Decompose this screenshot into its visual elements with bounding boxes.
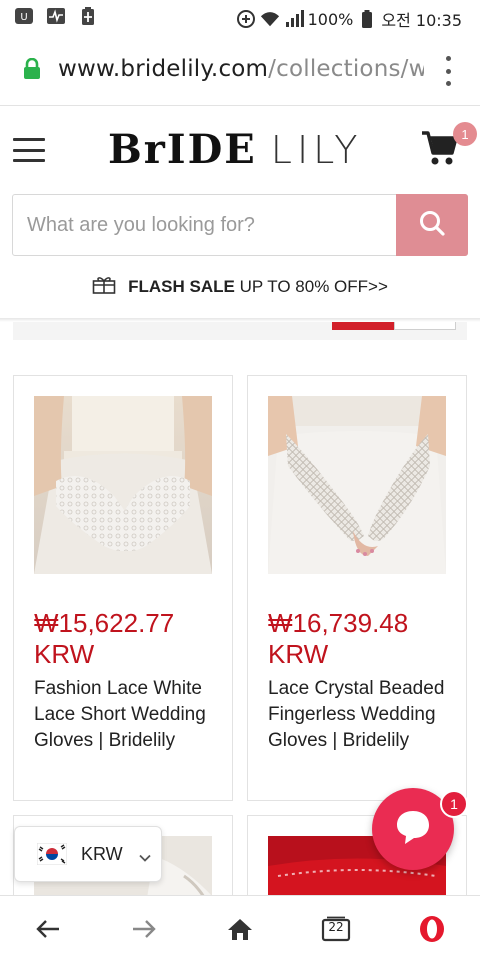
flash-sale-offer: UP TO 80% OFF>> — [239, 277, 388, 296]
currency-code: KRW — [81, 843, 123, 864]
home-icon[interactable] — [223, 912, 257, 946]
browser-menu-icon[interactable] — [440, 56, 456, 86]
product-card[interactable]: ₩16,739.48 KRW Lace Crystal Beaded Finge… — [247, 375, 467, 801]
app-notification-icon: U — [14, 6, 34, 26]
product-image[interactable] — [268, 396, 446, 574]
search-button[interactable] — [396, 194, 468, 256]
battery-charging-icon — [78, 6, 98, 26]
chat-icon — [391, 805, 435, 854]
battery-icon — [357, 9, 377, 29]
search-icon — [418, 209, 446, 242]
list-view-toggle[interactable] — [394, 322, 456, 330]
search-input[interactable] — [13, 195, 395, 255]
back-arrow-icon[interactable] — [31, 912, 65, 946]
logo-bride: BrIDE — [108, 126, 257, 173]
opera-menu-icon[interactable] — [415, 912, 449, 946]
browser-bottom-nav: 22 — [0, 895, 480, 960]
flash-sale-label: FLASH SALE — [128, 277, 235, 296]
site-logo[interactable]: BrIDE LILY — [108, 126, 363, 176]
svg-text:U: U — [20, 12, 27, 23]
forward-arrow-icon[interactable] — [127, 912, 161, 946]
url-path: /collections/we — [268, 56, 424, 82]
url-text[interactable]: www.bridelily.com/collections/we — [58, 56, 424, 86]
clock: 오전 10:35 — [381, 11, 462, 30]
product-name[interactable]: Lace Crystal Beaded Fingerless Wedding G… — [268, 676, 458, 754]
product-price: ₩16,739.48 KRW — [268, 608, 409, 669]
tab-count: 22 — [328, 920, 344, 934]
url-host: www.bridelily.com — [58, 56, 269, 82]
activity-icon — [46, 6, 66, 26]
cart-count-badge: 1 — [453, 122, 477, 146]
search-bar — [12, 194, 468, 256]
battery-percent: 100% — [307, 9, 354, 29]
data-saver-icon — [236, 9, 256, 29]
lock-icon — [22, 57, 42, 85]
address-bar[interactable]: www.bridelily.com/collections/we — [0, 34, 480, 106]
flash-sale-banner[interactable]: FLASH SALE UP TO 80% OFF>> — [0, 262, 480, 312]
chat-count-badge: 1 — [440, 790, 468, 818]
wifi-icon — [260, 9, 280, 29]
currency-selector[interactable]: KRW — [14, 826, 162, 882]
chevron-down-icon — [139, 848, 151, 862]
product-name[interactable]: Fashion Lace White Lace Short Wedding Gl… — [34, 676, 224, 754]
product-card[interactable]: ₩15,622.77 KRW Fashion Lace White Lace S… — [13, 375, 233, 801]
grid-view-toggle[interactable] — [332, 322, 394, 330]
product-price: ₩15,622.77 KRW — [34, 608, 175, 669]
gift-icon — [92, 275, 116, 300]
product-image[interactable] — [34, 396, 212, 574]
korea-flag-icon — [36, 842, 68, 866]
signal-icon — [284, 9, 304, 29]
tabs-button[interactable]: 22 — [319, 912, 353, 946]
menu-icon[interactable] — [13, 138, 45, 162]
logo-lily: LILY — [270, 128, 363, 172]
status-bar: U 100% 오전 10:35 — [0, 0, 480, 34]
